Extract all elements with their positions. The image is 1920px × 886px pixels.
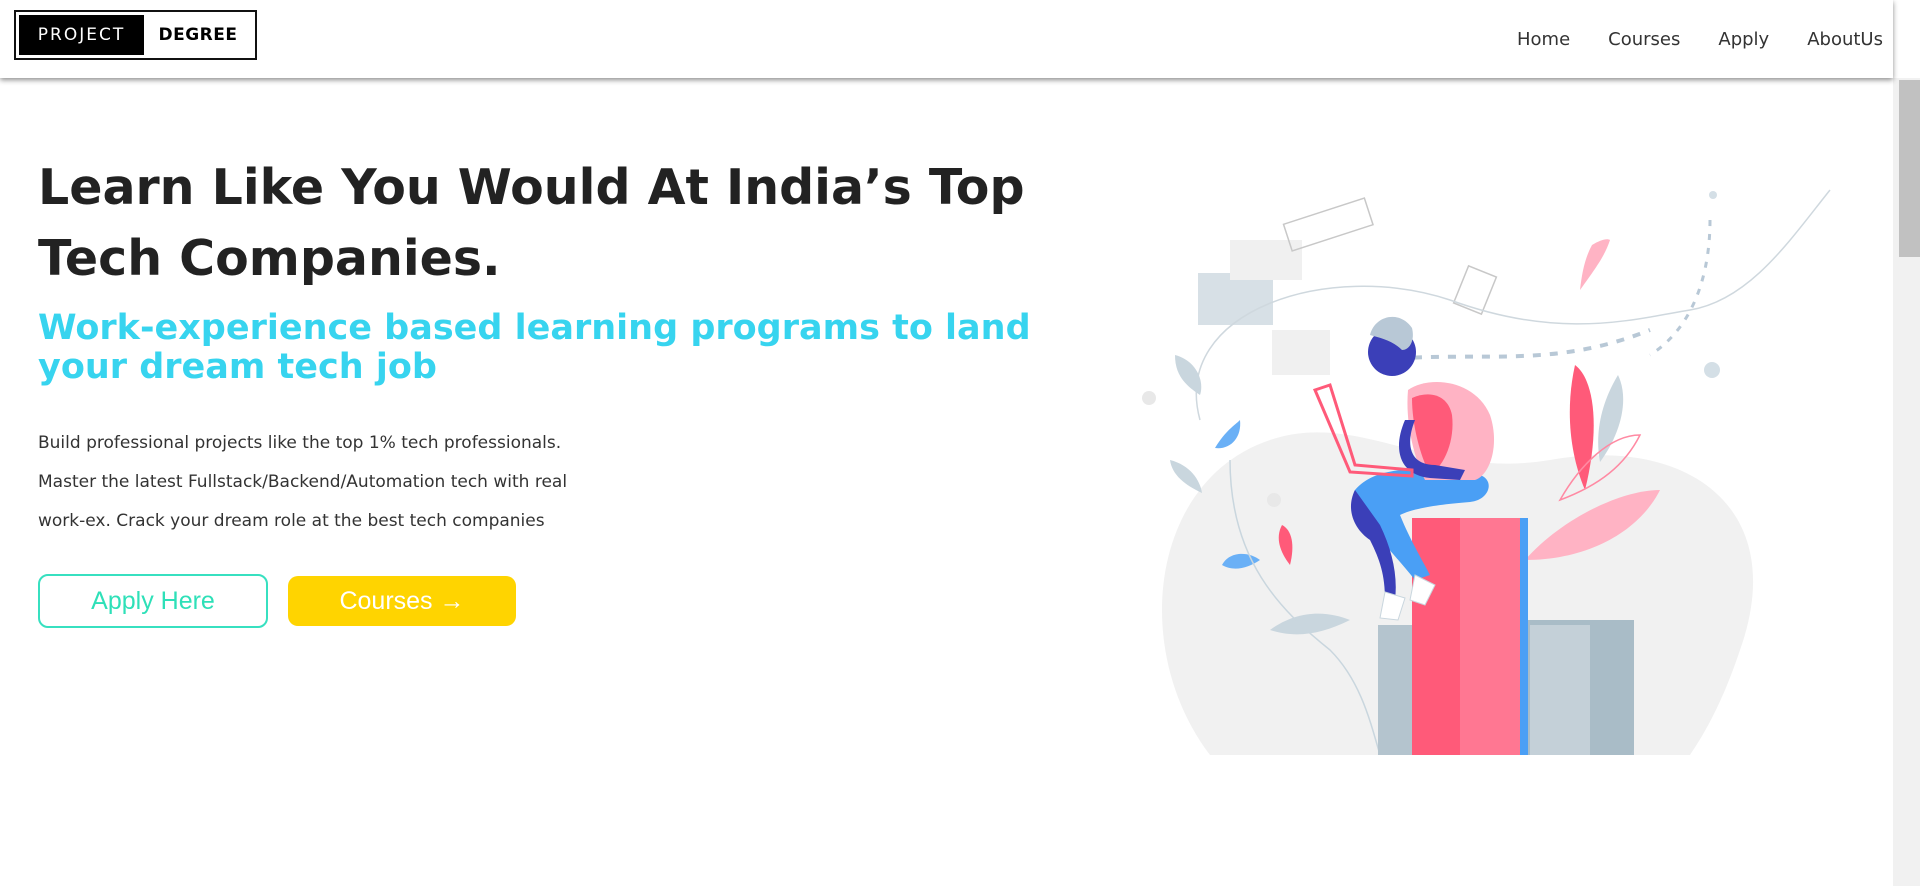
leaf-grey-2 [1170,460,1202,493]
leaf-blue-2 [1215,420,1241,449]
logo-project-text: PROJECT [19,15,144,55]
logo-degree-text: DEGREE [158,25,238,45]
blue-block-edge [1520,518,1528,755]
hero-subtitle: Work-experience based learning programs … [38,308,1031,387]
deco-dot-2 [1142,391,1156,405]
courses-button[interactable]: Courses → [288,576,516,626]
leaf-pink-2 [1580,239,1610,290]
vertical-scrollbar[interactable] [1893,78,1920,886]
hero-title: Learn Like You Would At India’s Top Tech… [38,159,1025,287]
scrollbar-thumb[interactable] [1899,80,1920,257]
dashed-line-2 [1649,219,1712,357]
deco-square-3 [1272,330,1330,375]
swirl-line [1195,189,1831,421]
leaf-grey-1 [1175,355,1202,395]
grey-box-front [1530,625,1590,755]
hero-illustration [1142,189,1831,755]
nav-aboutus-link[interactable]: AboutUs [1807,29,1883,50]
hero-description: Build professional projects like the top… [38,433,568,531]
dashed-line [1379,328,1651,362]
top-navbar: PROJECT DEGREE Home Courses Apply AboutU… [0,0,1893,78]
nav-courses-link[interactable]: Courses [1608,29,1680,50]
nav-apply-link[interactable]: Apply [1718,29,1769,50]
deco-square-1 [1198,273,1273,325]
nav-links: Home Courses Apply AboutUs [1479,29,1883,50]
brand-logo[interactable]: PROJECT DEGREE [14,10,257,60]
apply-here-button[interactable]: Apply Here [38,574,268,628]
deco-dot-1 [1704,362,1720,378]
nav-home-link[interactable]: Home [1517,29,1570,50]
pink-block-side [1460,518,1526,755]
deco-paper-2 [1452,264,1498,316]
deco-dot-4 [1709,191,1717,199]
deco-dot-3 [1267,493,1281,507]
